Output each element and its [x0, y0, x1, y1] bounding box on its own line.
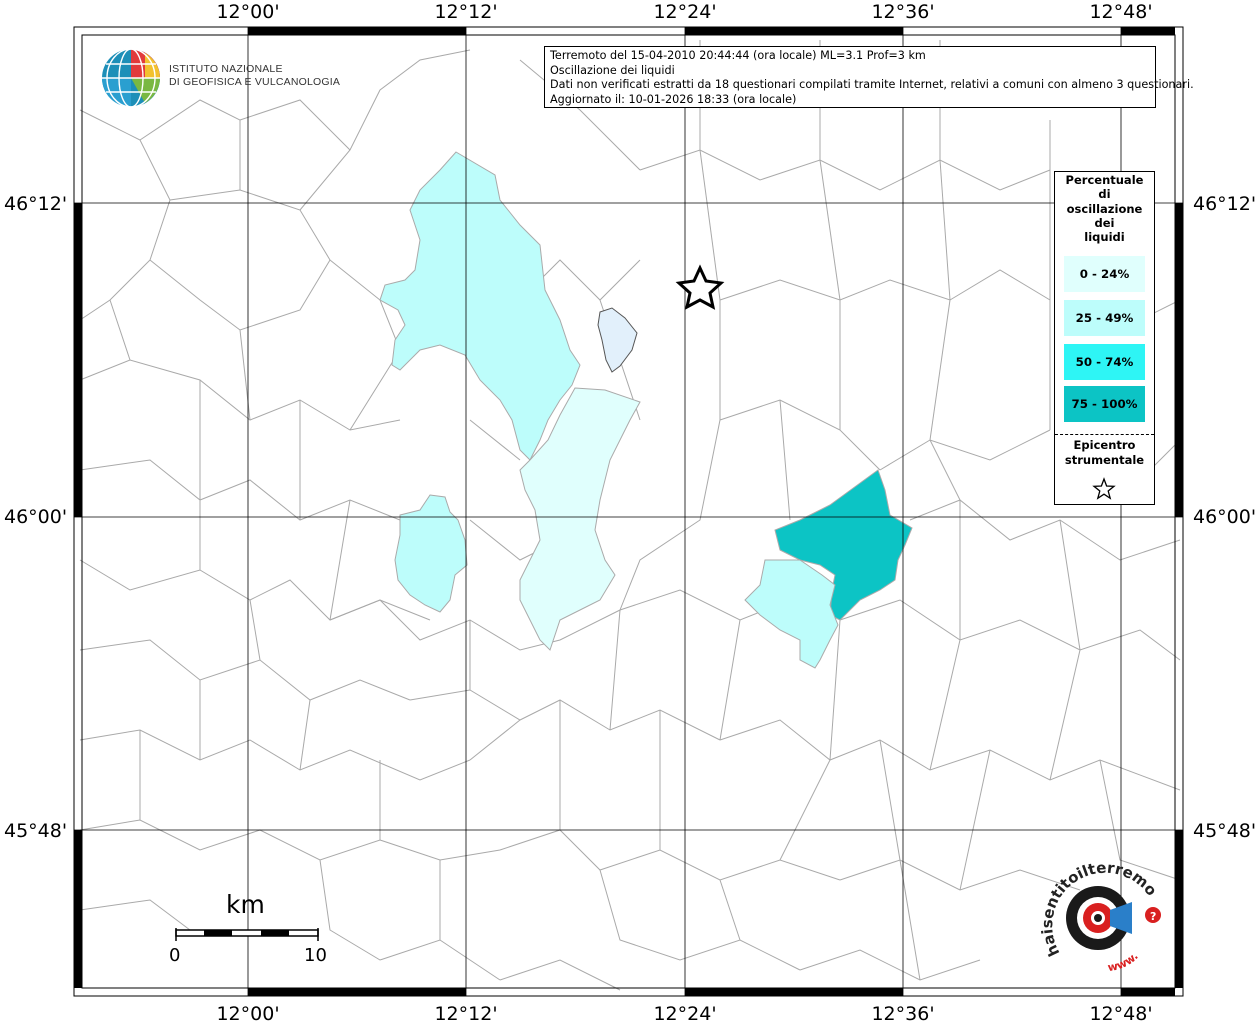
legend-item-25-49: 25 - 49% [1064, 300, 1145, 336]
lat-label-right: 45°48' [1193, 820, 1257, 842]
legend-item-75-100: 75 - 100% [1064, 386, 1145, 422]
lon-label-bottom: 12°24' [653, 1003, 717, 1025]
ingv-globe-logo [102, 48, 160, 108]
legend-title-line: liquidi [1084, 230, 1125, 245]
lon-label-bottom: 12°12' [434, 1003, 498, 1025]
legend-epicenter-line: Epicentro [1073, 438, 1136, 452]
star-outline-icon [1092, 477, 1116, 500]
haisentito-www: www. [1107, 950, 1141, 975]
scale-end: 10 [304, 945, 327, 966]
legend-title-line: dei [1094, 215, 1115, 230]
lat-label-right: 46°00' [1193, 506, 1257, 528]
event-info-box: Terremoto del 15-04-2010 20:44:44 (ora l… [544, 46, 1194, 108]
institute-line-1: ISTITUTO NAZIONALE [169, 63, 283, 75]
svg-text:?: ? [1150, 910, 1156, 923]
legend-title-line: oscillazione [1066, 201, 1143, 216]
lon-label-top: 12°12' [434, 1, 498, 23]
haisentito-logo: haisentitoilterremoto.it www. ? [1040, 858, 1161, 975]
legend: Percentuale di oscillazione dei liquidi … [1054, 171, 1155, 505]
scale-start: 0 [169, 945, 181, 966]
lon-label-top: 12°00' [216, 1, 280, 23]
lat-label-left: 46°12' [4, 193, 68, 215]
legend-epicenter-line: strumentale [1064, 453, 1145, 467]
map-subject: Oscillazione dei liquidi [550, 63, 675, 77]
event-description: Terremoto del 15-04-2010 20:44:44 (ora l… [550, 49, 926, 62]
legend-divider [1055, 434, 1154, 435]
lon-label-bottom: 12°00' [216, 1003, 280, 1025]
legend-item-0-24: 0 - 24% [1064, 256, 1145, 292]
lon-label-top: 12°36' [871, 1, 935, 23]
legend-title-line: Percentuale [1065, 173, 1144, 187]
lon-label-bottom: 12°48' [1089, 1003, 1153, 1025]
ingv-institute-name: ISTITUTO NAZIONALE DI GEOFISICA E VULCAN… [169, 63, 340, 88]
scale-unit: km [226, 890, 265, 919]
lon-label-top: 12°24' [653, 1, 717, 23]
lon-label-bottom: 12°36' [871, 1003, 935, 1025]
institute-line-2: DI GEOFISICA E VULCANOLOGIA [169, 75, 341, 88]
lon-label-top: 12°48' [1089, 1, 1153, 23]
legend-title-line: di [1098, 187, 1111, 202]
lat-label-right: 46°12' [1193, 193, 1257, 215]
lat-label-left: 45°48' [4, 820, 68, 842]
data-disclaimer: Dati non verificati estratti da 18 quest… [550, 78, 1194, 92]
update-timestamp: Aggiornato il: 10-01-2026 18:33 (ora loc… [550, 92, 797, 106]
legend-title: Percentuale di oscillazione dei liquidi [1055, 172, 1154, 244]
svg-text:www.: www. [1107, 950, 1141, 975]
legend-epicenter-label: Epicentro strumentale [1055, 438, 1154, 468]
legend-item-50-74: 50 - 74% [1064, 344, 1145, 380]
lat-label-left: 46°00' [4, 506, 68, 528]
